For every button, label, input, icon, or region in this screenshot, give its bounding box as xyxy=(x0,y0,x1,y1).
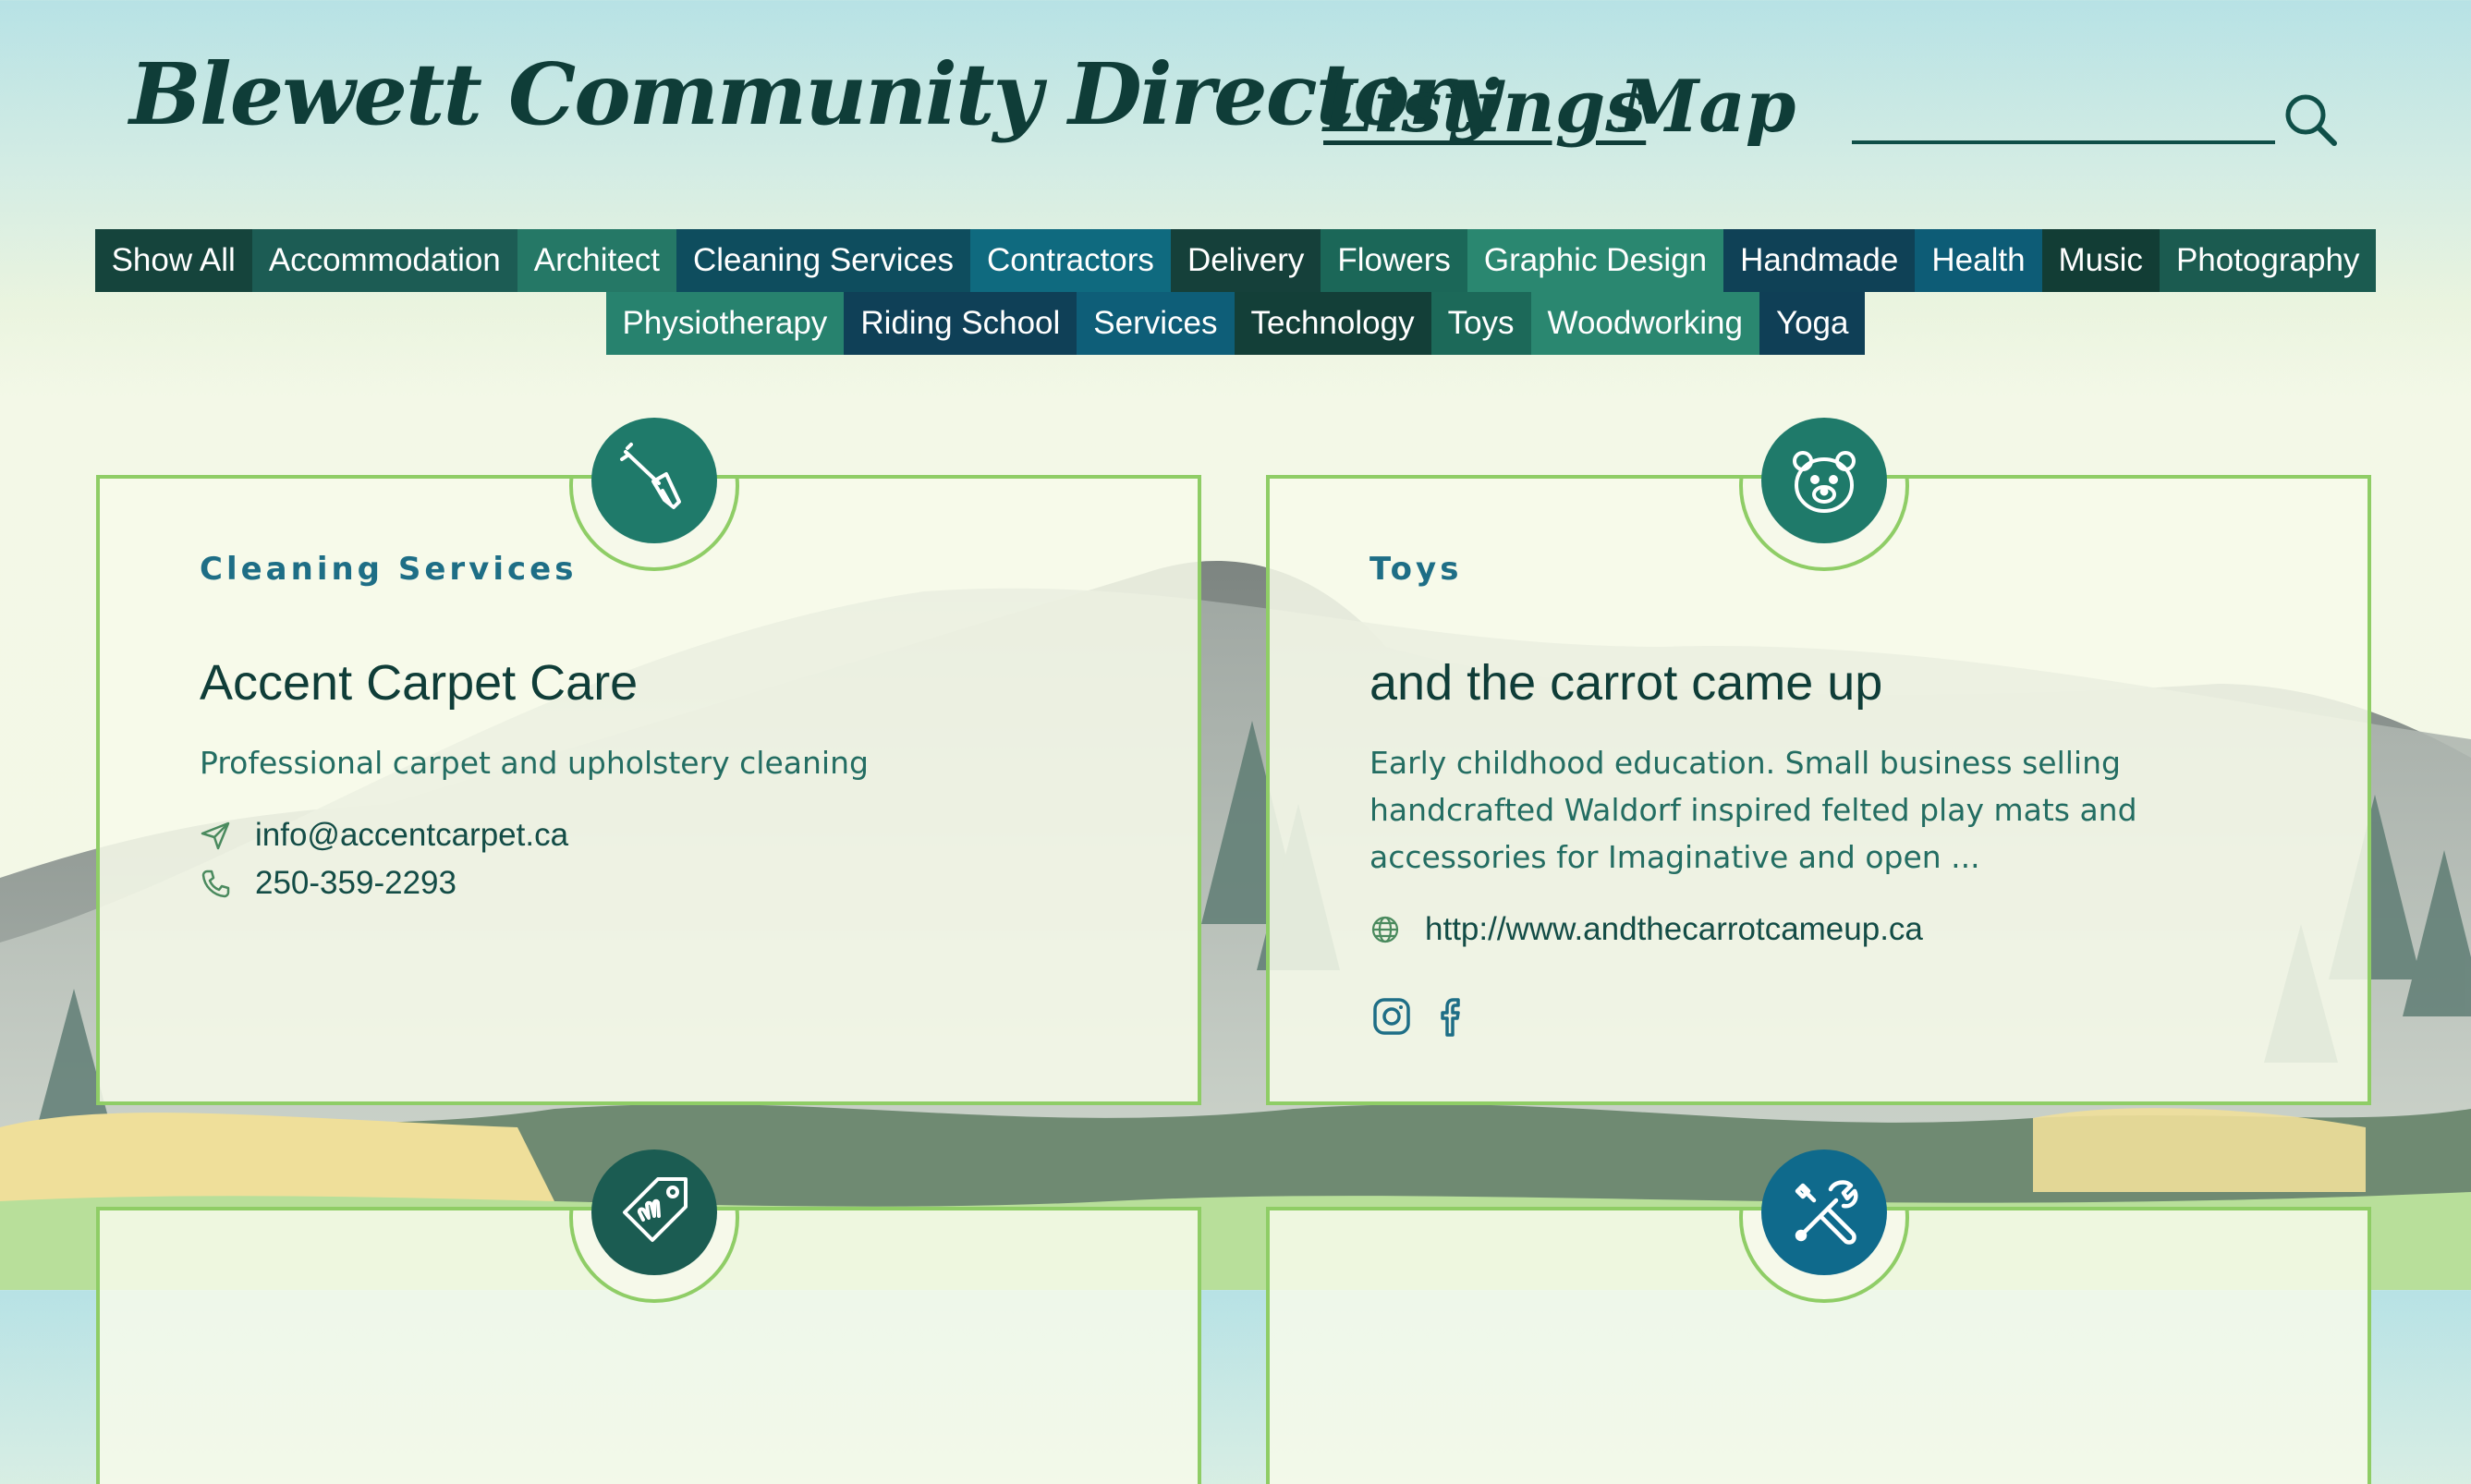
broom-icon xyxy=(620,443,681,509)
listing-phone: 250-359-2293 xyxy=(200,865,456,902)
site-header: Blewett Community Directory Listings Map xyxy=(0,0,2471,222)
instagram-icon xyxy=(1373,998,1410,1035)
category-filter-delivery[interactable]: Delivery xyxy=(1170,229,1321,292)
website-link[interactable]: http://www.andthecarrotcameup.ca xyxy=(1425,911,1923,948)
category-row: Physiotherapy Riding School Services Techno… xyxy=(0,292,2471,355)
listing-website: http://www.andthecarrotcameup.ca xyxy=(1369,911,1923,948)
instagram-link[interactable] xyxy=(1369,994,1414,1039)
listing-description: Early childhood education. Small busines… xyxy=(1369,745,2137,875)
category-filter-architect[interactable]: Architect xyxy=(517,229,676,292)
search-icon xyxy=(2285,94,2337,146)
phone-link[interactable]: 250-359-2293 xyxy=(255,865,456,902)
category-row: Show All Accommodation Architect Cleaning S… xyxy=(0,229,2471,292)
listing-email: info@accentcarpet.ca xyxy=(200,817,568,854)
category-filter-health[interactable]: Health xyxy=(1915,229,2042,292)
category-filter-show-all[interactable]: Show All xyxy=(94,229,252,292)
category-filter-physiotherapy[interactable]: Physiotherapy xyxy=(605,292,845,355)
category-filter-contractors[interactable]: Contractors xyxy=(970,229,1171,292)
listing-title[interactable]: and the carrot came up xyxy=(1369,654,1882,712)
phone-icon xyxy=(201,870,230,898)
category-filter: Show All Accommodation Architect Cleaning S… xyxy=(0,229,2471,355)
social-links xyxy=(1369,994,1491,1039)
category-filter-technology[interactable]: Technology xyxy=(1234,292,1431,355)
category-filter-services[interactable]: Services xyxy=(1077,292,1235,355)
category-badge xyxy=(1761,418,1887,543)
category-filter-riding-school[interactable]: Riding School xyxy=(844,292,1077,355)
category-filter-accommodation[interactable]: Accommodation xyxy=(251,229,517,292)
bear-face-icon xyxy=(1793,451,1856,513)
listing-category: Cleaning Services xyxy=(200,551,578,588)
listing-description: Professional carpet and upholstery clean… xyxy=(200,745,869,781)
listing-category: Toys xyxy=(1369,551,1463,588)
search-input[interactable] xyxy=(1852,89,2275,144)
facebook-link[interactable] xyxy=(1430,994,1475,1039)
listing-title[interactable]: Accent Carpet Care xyxy=(200,654,638,712)
category-filter-handmade[interactable]: Handmade xyxy=(1723,229,1916,292)
globe-icon xyxy=(1371,916,1399,943)
category-badge xyxy=(591,418,717,543)
price-tag-hand-icon xyxy=(623,1177,688,1242)
tools-icon xyxy=(1795,1180,1858,1245)
email-link[interactable]: info@accentcarpet.ca xyxy=(255,817,568,854)
nav-listings[interactable]: Listings xyxy=(1323,65,1646,149)
listing-card[interactable]: Toys and the carrot came up Early childh… xyxy=(1266,418,2371,1105)
category-filter-cleaning-services[interactable]: Cleaning Services xyxy=(676,229,971,292)
facebook-icon xyxy=(1441,998,1460,1037)
listing-card[interactable] xyxy=(96,1149,1201,1484)
listing-card[interactable]: Cleaning Services Accent Carpet Care Pro… xyxy=(96,418,1201,1105)
category-filter-music[interactable]: Music xyxy=(2041,229,2160,292)
category-filter-graphic-design[interactable]: Graphic Design xyxy=(1467,229,1724,292)
site-title[interactable]: Blewett Community Directory xyxy=(129,44,1501,144)
nav-map[interactable]: Map xyxy=(1619,65,1795,149)
search-button[interactable] xyxy=(2279,89,2342,152)
category-filter-woodworking[interactable]: Woodworking xyxy=(1530,292,1759,355)
listing-card[interactable] xyxy=(1266,1149,2371,1484)
category-filter-yoga[interactable]: Yoga xyxy=(1759,292,1866,355)
category-filter-flowers[interactable]: Flowers xyxy=(1321,229,1467,292)
category-filter-toys[interactable]: Toys xyxy=(1430,292,1531,355)
category-badge xyxy=(591,1149,717,1275)
category-badge xyxy=(1761,1149,1887,1275)
send-icon xyxy=(201,821,230,850)
category-filter-photography[interactable]: Photography xyxy=(2159,229,2377,292)
